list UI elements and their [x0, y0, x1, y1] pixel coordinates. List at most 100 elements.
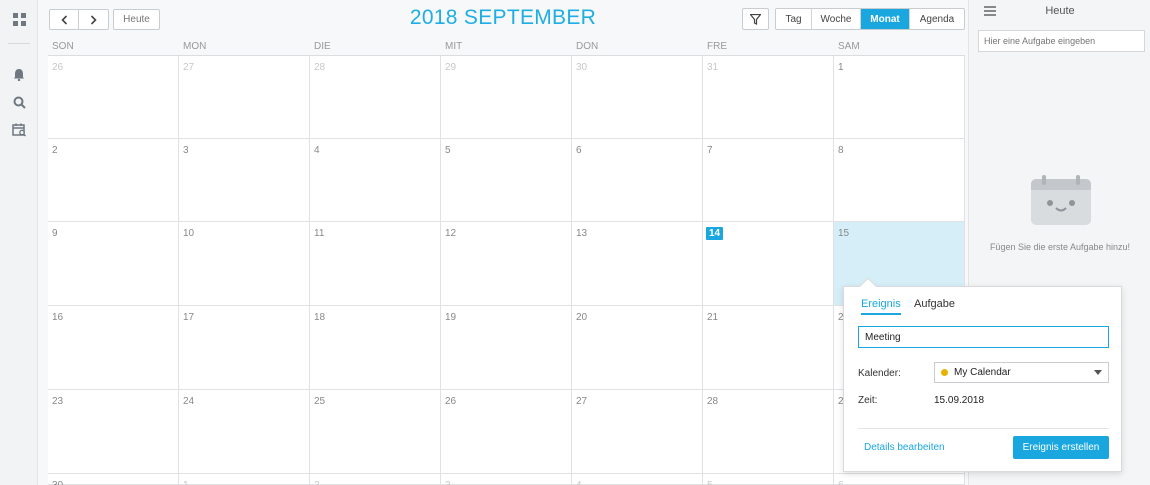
- task-empty-text: Fügen Sie die erste Aufgabe hinzu!: [989, 242, 1131, 252]
- apps-icon[interactable]: [11, 11, 27, 27]
- day-number: 1: [183, 480, 189, 485]
- search-icon[interactable]: [11, 94, 27, 110]
- day-number: 5: [707, 480, 713, 485]
- day-cell[interactable]: 30: [572, 56, 703, 139]
- day-cell[interactable]: 5: [703, 474, 834, 485]
- day-number: 19: [445, 312, 457, 323]
- dropdown-caret-icon: [1094, 370, 1102, 375]
- bell-icon[interactable]: [11, 66, 27, 82]
- day-cell[interactable]: 29: [441, 56, 572, 139]
- weekday-header: DIE: [314, 41, 331, 52]
- popover-divider: [858, 428, 1109, 429]
- day-cell[interactable]: 10: [179, 222, 310, 306]
- prev-button[interactable]: [50, 10, 79, 29]
- day-cell[interactable]: 20: [572, 306, 703, 390]
- day-cell[interactable]: 31: [703, 56, 834, 139]
- tab-task[interactable]: Aufgabe: [914, 298, 955, 310]
- day-cell[interactable]: 13: [572, 222, 703, 306]
- task-panel-title: Heute: [1045, 5, 1075, 17]
- day-number: 26: [445, 396, 457, 407]
- time-value: 15.09.2018: [934, 395, 985, 406]
- filter-button[interactable]: [742, 8, 769, 30]
- day-cell[interactable]: 26: [441, 390, 572, 474]
- day-cell[interactable]: 19: [441, 306, 572, 390]
- day-cell[interactable]: 9: [48, 222, 179, 306]
- nav-button-group: [49, 9, 109, 30]
- time-label: Zeit:: [858, 395, 878, 406]
- day-cell[interactable]: 7: [703, 139, 834, 222]
- task-input[interactable]: [978, 30, 1145, 52]
- day-cell[interactable]: 1: [179, 474, 310, 485]
- day-cell[interactable]: 2: [310, 474, 441, 485]
- day-number: 9: [52, 228, 58, 239]
- day-cell[interactable]: 1: [834, 56, 965, 139]
- page-title: 2018 SEPTEMBER: [409, 6, 597, 29]
- calendar-select-value: My Calendar: [954, 367, 1011, 378]
- day-cell[interactable]: 24: [179, 390, 310, 474]
- rail-divider: [8, 43, 30, 44]
- view-tab-agenda[interactable]: Agenda: [910, 9, 964, 29]
- day-cell[interactable]: 4: [310, 139, 441, 222]
- create-event-button[interactable]: Ereignis erstellen: [1013, 436, 1109, 459]
- event-title-input[interactable]: [858, 326, 1109, 348]
- day-cell[interactable]: 30: [48, 474, 179, 485]
- day-cell[interactable]: 16: [48, 306, 179, 390]
- today-button[interactable]: Heute: [113, 9, 160, 30]
- day-number: 15: [838, 228, 850, 239]
- day-number: 25: [314, 396, 326, 407]
- day-cell[interactable]: 3: [179, 139, 310, 222]
- day-number: 8: [838, 145, 844, 156]
- day-number: 27: [183, 62, 195, 73]
- day-cell[interactable]: 28: [310, 56, 441, 139]
- view-switcher: Tag Woche Monat Agenda: [775, 8, 965, 30]
- day-cell[interactable]: 4: [572, 474, 703, 485]
- calendar-toolbar: Heute 2018 SEPTEMBER Tag Woche Monat Age…: [38, 0, 968, 40]
- day-number: 17: [183, 312, 195, 323]
- chevron-right-icon: [90, 14, 97, 25]
- view-tab-month[interactable]: Monat: [861, 9, 910, 29]
- event-popover: Ereignis Aufgabe Kalender: My Calendar Z…: [843, 277, 1122, 472]
- day-number: 2: [314, 480, 320, 485]
- tab-event[interactable]: Ereignis: [861, 298, 901, 315]
- day-cell[interactable]: 3: [441, 474, 572, 485]
- day-number: 11: [314, 228, 325, 239]
- calendar-search-icon[interactable]: [11, 122, 27, 138]
- day-number: 12: [445, 228, 457, 239]
- weekday-header: SON: [52, 41, 74, 52]
- today-date-badge: 14: [706, 227, 724, 240]
- day-cell[interactable]: 6: [834, 474, 965, 485]
- day-cell[interactable]: 25: [310, 390, 441, 474]
- next-button[interactable]: [79, 10, 108, 29]
- view-tab-week[interactable]: Woche: [812, 9, 861, 29]
- day-number: 3: [183, 145, 189, 156]
- day-cell[interactable]: 8: [834, 139, 965, 222]
- day-number: 21: [707, 312, 719, 323]
- day-cell[interactable]: 12: [441, 222, 572, 306]
- day-number: 23: [52, 396, 64, 407]
- day-number: 29: [445, 62, 457, 73]
- day-number: 16: [52, 312, 64, 323]
- view-tab-day[interactable]: Tag: [776, 9, 812, 29]
- day-cell[interactable]: 23: [48, 390, 179, 474]
- day-cell[interactable]: 26: [48, 56, 179, 139]
- day-cell[interactable]: 5: [441, 139, 572, 222]
- day-number: 4: [314, 145, 320, 156]
- day-cell[interactable]: 17: [179, 306, 310, 390]
- day-number: 5: [445, 145, 451, 156]
- day-number: 28: [707, 396, 719, 407]
- day-cell[interactable]: 27: [179, 56, 310, 139]
- day-cell[interactable]: 6: [572, 139, 703, 222]
- day-number: 26: [52, 62, 64, 73]
- day-cell[interactable]: 2: [48, 139, 179, 222]
- day-cell[interactable]: 21: [703, 306, 834, 390]
- day-cell[interactable]: 18: [310, 306, 441, 390]
- day-cell[interactable]: 28: [703, 390, 834, 474]
- month-cells: 26 27 28 29 30 31 1 2 3 4 5 6 7 8 9 10 11 12 13 14 15 16 17 18 1…: [48, 56, 965, 485]
- calendar-mascot-icon: [1030, 175, 1092, 227]
- calendar-select[interactable]: My Calendar: [934, 362, 1109, 383]
- day-cell[interactable]: 27: [572, 390, 703, 474]
- day-cell-today[interactable]: 14: [703, 222, 834, 306]
- day-number: 20: [576, 312, 588, 323]
- day-cell[interactable]: 11: [310, 222, 441, 306]
- edit-details-link[interactable]: Details bearbeiten: [864, 442, 945, 453]
